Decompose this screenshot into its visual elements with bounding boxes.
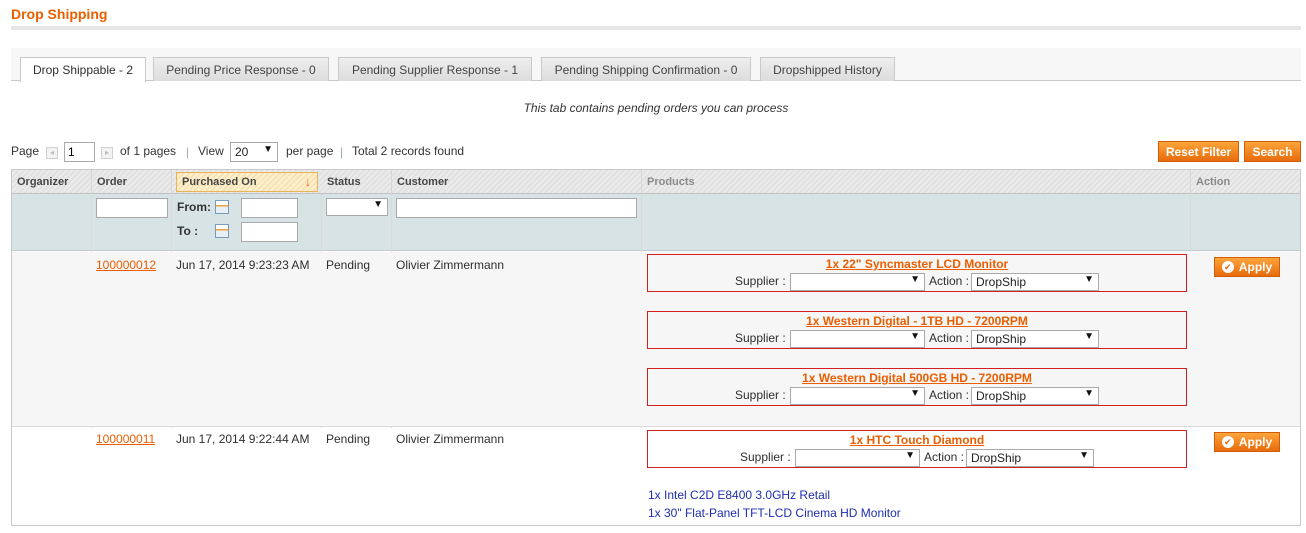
supplier-label: Supplier : [735, 331, 786, 345]
supplier-select[interactable]: ▼ [790, 273, 925, 291]
col-customer[interactable]: Customer [392, 170, 642, 194]
order-filter-input[interactable] [96, 198, 168, 218]
table-row: 100000011 Jun 17, 2014 9:22:44 AM Pendin… [12, 428, 1300, 525]
action-label: Action : [929, 274, 970, 288]
action-select[interactable]: DropShip ▼ [971, 387, 1099, 405]
orders-grid: Organizer Order Purchased On ↓ Status Cu… [11, 169, 1301, 526]
reset-filter-button[interactable]: Reset Filter [1158, 141, 1239, 162]
next-page-icon[interactable]: ▸ [101, 147, 113, 159]
check-icon: ✔ [1221, 436, 1234, 448]
chevron-down-icon: ▼ [373, 199, 383, 210]
col-order[interactable]: Order [92, 170, 172, 194]
action-select[interactable]: DropShip ▼ [966, 449, 1094, 467]
col-action: Action [1196, 176, 1231, 188]
pager-separator: | [186, 145, 190, 159]
from-label: From: [177, 200, 211, 214]
apply-button[interactable]: ✔ Apply [1214, 257, 1280, 277]
product-line-item: 1x Intel C2D E8400 3.0GHz Retail [648, 488, 831, 502]
customer-value: Olivier Zimmermann [396, 432, 505, 446]
apply-label: Apply [1238, 260, 1273, 274]
status-filter-select[interactable]: ▼ [326, 198, 388, 216]
date-from-input[interactable] [241, 198, 298, 218]
calendar-icon[interactable] [215, 224, 229, 238]
view-label: View [198, 144, 224, 158]
action-label: Action : [924, 450, 965, 464]
per-page-label: per page [286, 144, 334, 158]
action-select[interactable]: DropShip ▼ [971, 273, 1099, 291]
sort-desc-icon: ↓ [305, 175, 311, 189]
tab-note: This tab contains pending orders you can… [523, 101, 789, 115]
product-item: 1x Western Digital 500GB HD - 7200RPM Su… [647, 368, 1187, 406]
calendar-icon[interactable] [215, 200, 229, 214]
check-icon: ✔ [1221, 261, 1234, 273]
table-row: 100000012 Jun 17, 2014 9:23:23 AM Pendin… [12, 252, 1300, 427]
customer-filter-input[interactable] [396, 198, 637, 218]
chevron-down-icon: ▼ [1084, 388, 1094, 399]
product-line-item: 1x 30" Flat-Panel TFT-LCD Cinema HD Moni… [648, 506, 901, 520]
supplier-label: Supplier : [735, 388, 786, 402]
col-status[interactable]: Status [322, 170, 392, 194]
product-item: 1x Western Digital - 1TB HD - 7200RPM Su… [647, 311, 1187, 349]
apply-button[interactable]: ✔ Apply [1214, 432, 1280, 452]
apply-label: Apply [1238, 435, 1273, 449]
tab-drop-shippable[interactable]: Drop Shippable - 2 [20, 57, 146, 82]
action-select[interactable]: DropShip ▼ [971, 330, 1099, 348]
of-pages-label: of 1 pages [120, 144, 177, 158]
status-value: Pending [326, 258, 371, 272]
order-link[interactable]: 100000012 [96, 258, 156, 272]
supplier-select[interactable]: ▼ [790, 330, 925, 348]
action-label: Action : [929, 331, 970, 345]
supplier-label: Supplier : [740, 450, 791, 464]
to-label: To : [177, 224, 199, 238]
page-title: Drop Shipping [11, 6, 108, 22]
supplier-select[interactable]: ▼ [795, 449, 920, 467]
chevron-down-icon: ▼ [1084, 274, 1094, 285]
product-link[interactable]: 1x Western Digital 500GB HD - 7200RPM [648, 371, 1186, 385]
product-item: 1x 22" Syncmaster LCD Monitor Supplier :… [647, 254, 1187, 292]
grid-header: Organizer Order Purchased On ↓ Status Cu… [12, 169, 1300, 194]
per-page-value: 20 [235, 145, 249, 159]
chevron-down-icon: ▼ [1084, 331, 1094, 342]
chevron-down-icon: ▼ [905, 450, 915, 461]
search-button[interactable]: Search [1244, 141, 1301, 162]
purchased-on-value: Jun 17, 2014 9:23:23 AM [176, 258, 310, 272]
status-value: Pending [326, 432, 371, 446]
col-organizer[interactable]: Organizer [12, 170, 92, 194]
chevron-down-icon: ▼ [1079, 450, 1089, 461]
chevron-down-icon: ▼ [910, 274, 920, 285]
page-label: Page [11, 144, 40, 158]
supplier-select[interactable]: ▼ [790, 387, 925, 405]
page-input[interactable] [64, 142, 95, 162]
product-item: 1x HTC Touch Diamond Supplier : ▼ Action… [647, 430, 1187, 468]
purchased-on-value: Jun 17, 2014 9:22:44 AM [176, 432, 310, 446]
prev-page-icon[interactable]: ◂ [46, 147, 58, 159]
pager-separator: | [340, 145, 344, 159]
filter-row: From: To : ▼ [12, 194, 1300, 251]
product-link[interactable]: 1x Western Digital - 1TB HD - 7200RPM [648, 314, 1186, 328]
col-purchased-on-label: Purchased On [182, 176, 257, 188]
date-to-input[interactable] [241, 222, 298, 242]
title-rule [11, 26, 1301, 30]
col-products: Products [642, 170, 1191, 194]
chevron-down-icon: ▼ [910, 331, 920, 342]
chevron-down-icon: ▼ [263, 144, 273, 155]
order-link[interactable]: 100000011 [96, 432, 155, 446]
per-page-select[interactable]: 20 ▼ [230, 142, 278, 162]
tab-pending-price-response[interactable]: Pending Price Response - 0 [153, 57, 329, 81]
customer-value: Olivier Zimmermann [396, 258, 505, 272]
total-records: Total 2 records found [352, 144, 465, 158]
action-label: Action : [929, 388, 970, 402]
chevron-down-icon: ▼ [910, 388, 920, 399]
product-link[interactable]: 1x HTC Touch Diamond [648, 433, 1186, 447]
tab-pending-shipping-confirmation[interactable]: Pending Shipping Confirmation - 0 [541, 57, 751, 81]
product-link[interactable]: 1x 22" Syncmaster LCD Monitor [648, 257, 1186, 271]
col-purchased-on[interactable]: Purchased On ↓ [176, 172, 318, 192]
tabs-bar: Drop Shippable - 2 Pending Price Respons… [11, 48, 1301, 82]
supplier-label: Supplier : [735, 274, 786, 288]
tab-dropshipped-history[interactable]: Dropshipped History [760, 57, 895, 81]
tab-pending-supplier-response[interactable]: Pending Supplier Response - 1 [338, 57, 532, 81]
